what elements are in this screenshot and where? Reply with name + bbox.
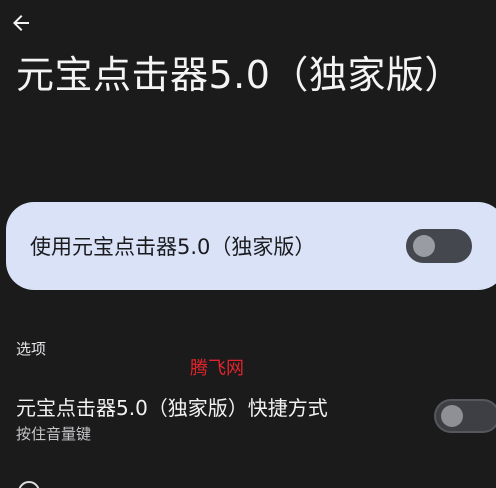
use-service-label: 使用元宝点击器5.0（独家版）	[30, 235, 316, 259]
shortcut-title: 元宝点击器5.0（独家版）快捷方式	[16, 396, 328, 420]
switch-thumb	[441, 405, 463, 427]
shortcut-switch[interactable]	[434, 399, 496, 433]
page-title: 元宝点击器5.0（独家版）	[16, 53, 463, 97]
back-button[interactable]	[6, 8, 36, 38]
switch-thumb	[413, 235, 435, 257]
use-service-toggle-card[interactable]: 使用元宝点击器5.0（独家版）	[6, 202, 496, 290]
use-service-switch[interactable]	[406, 229, 472, 263]
shortcut-subtitle: 按住音量键	[16, 425, 92, 443]
arrow-left-icon	[13, 15, 29, 31]
watermark-text: 腾飞网	[190, 358, 244, 379]
options-section-header: 选项	[16, 340, 47, 358]
accessibility-settings-screen: 元宝点击器5.0（独家版） 使用元宝点击器5.0（独家版） 选项 腾飞网 元宝点…	[0, 0, 496, 488]
settings-item-icon	[18, 481, 40, 488]
shortcut-setting-row[interactable]: 元宝点击器5.0（独家版）快捷方式 按住音量键	[0, 384, 496, 448]
